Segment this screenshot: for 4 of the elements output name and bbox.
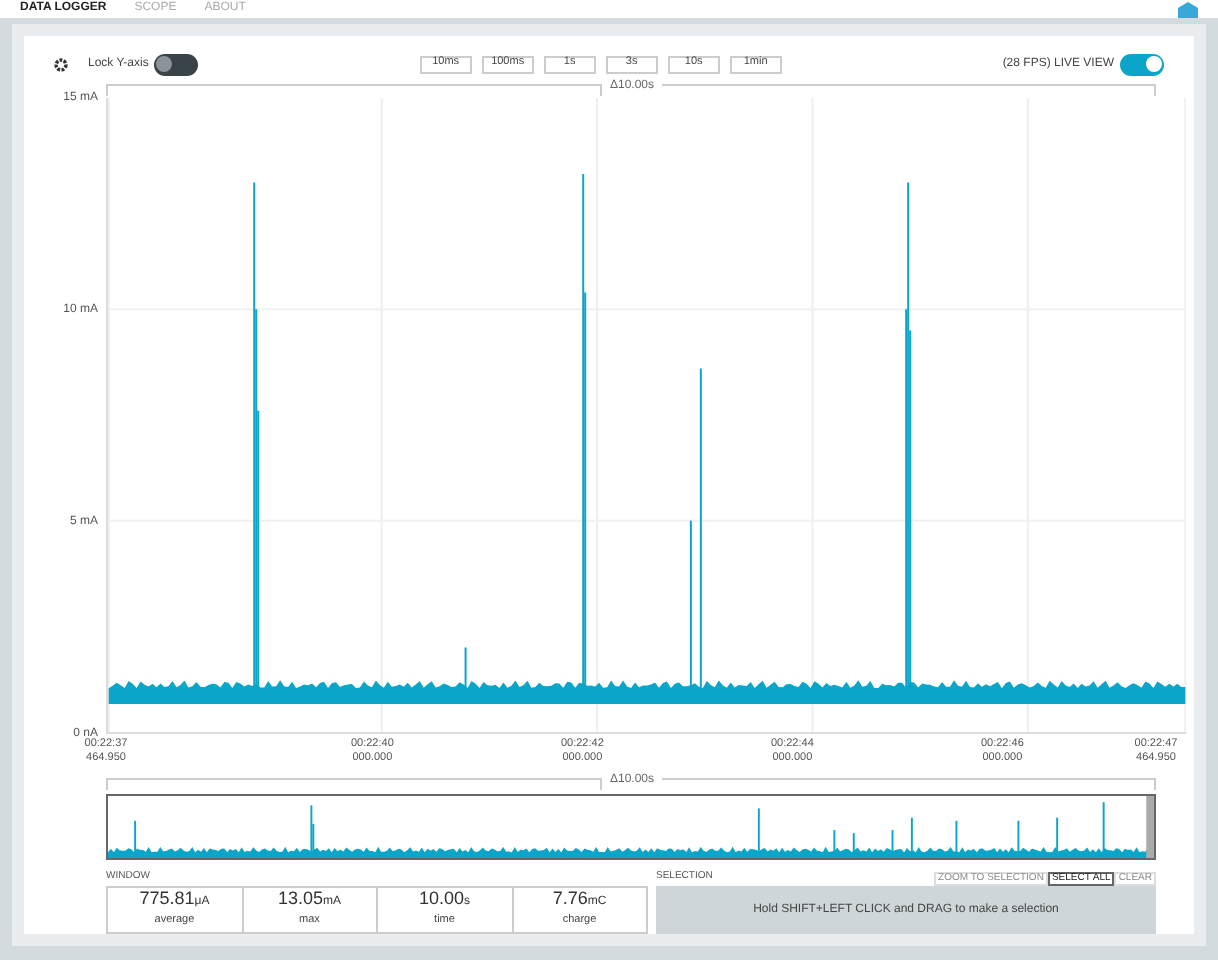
logo-icon <box>1178 1 1198 17</box>
settings-icon[interactable] <box>54 57 68 71</box>
toggle-switch[interactable] <box>1120 53 1164 75</box>
toggle-switch[interactable] <box>154 53 199 75</box>
